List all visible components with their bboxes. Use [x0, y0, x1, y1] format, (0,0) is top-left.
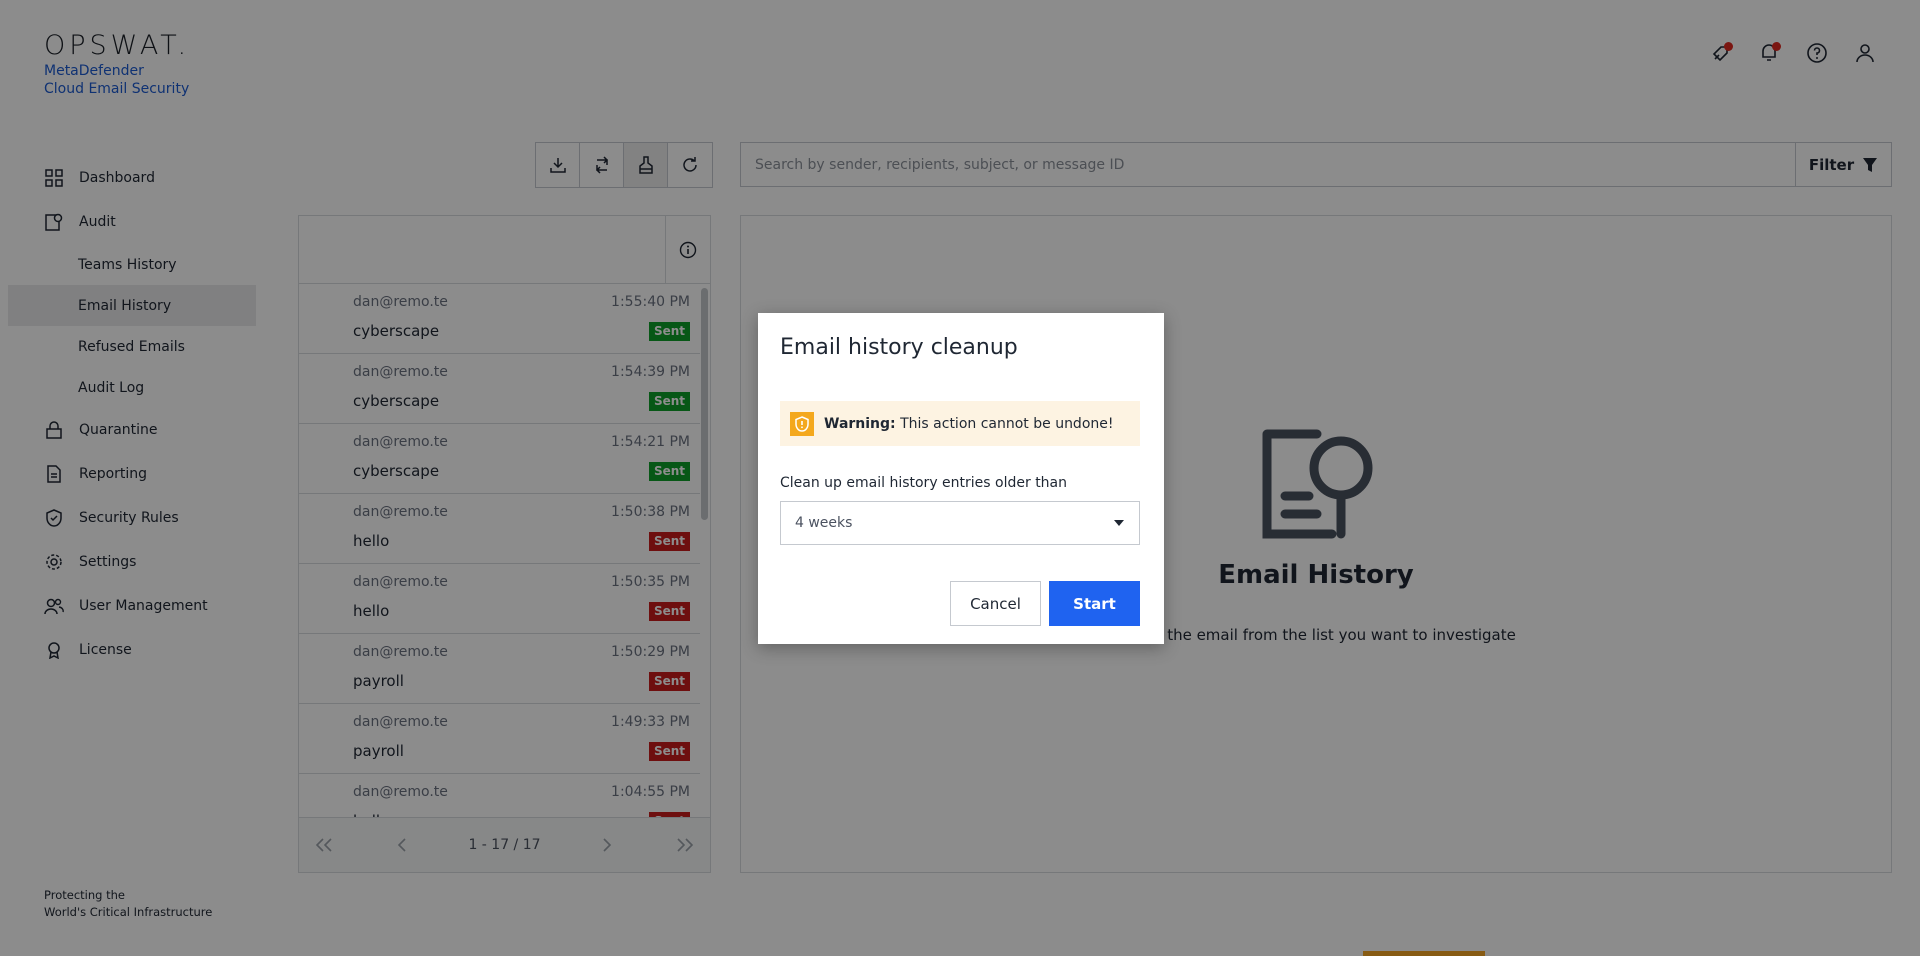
warning-banner: Warning: This action cannot be undone! — [780, 401, 1140, 446]
cancel-button[interactable]: Cancel — [950, 581, 1041, 626]
warning-label: Warning: — [824, 415, 896, 432]
cleanup-dialog: Email history cleanup Warning: This acti… — [758, 313, 1164, 644]
warning-shield-icon — [790, 411, 814, 436]
start-button[interactable]: Start — [1049, 581, 1140, 626]
warning-text: Warning: This action cannot be undone! — [824, 416, 1114, 432]
retention-select[interactable]: 4 weeks — [780, 501, 1140, 545]
dialog-title: Email history cleanup — [780, 335, 1018, 360]
caret-down-icon — [1114, 520, 1124, 526]
retention-label: Clean up email history entries older tha… — [780, 475, 1068, 491]
warning-message: This action cannot be undone! — [900, 415, 1114, 432]
retention-selected-value: 4 weeks — [795, 515, 853, 531]
